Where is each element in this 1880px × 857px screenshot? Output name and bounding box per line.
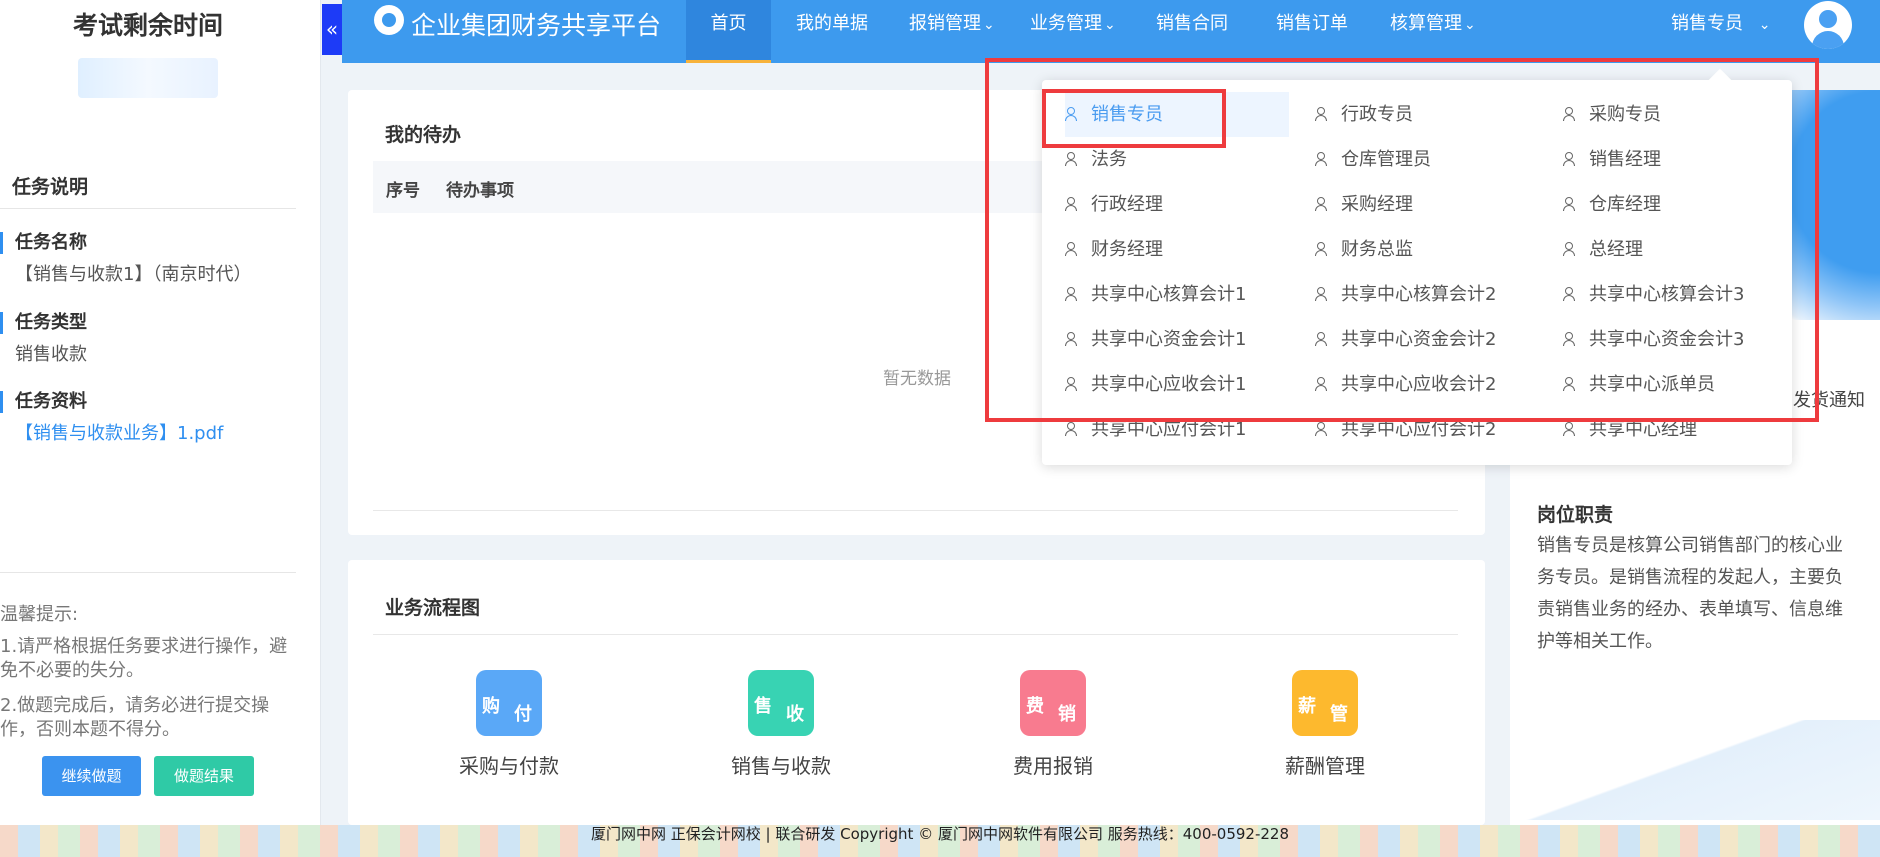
chevron-down-icon: ⌄ (1758, 17, 1771, 33)
role-option-label: 共享中心应付会计2 (1341, 419, 1497, 440)
nav-sales-order-label: 销售订单 (1276, 13, 1348, 34)
todo-title: 我的待办 (380, 120, 478, 148)
cube-glyph: 收 (786, 704, 804, 725)
chevron-down-icon: ⌄ (983, 17, 995, 33)
flow-item-label: 采购与付款 (459, 754, 559, 778)
footer-copyright: 厦门网中网 正保会计网校 | 联合研发 Copyright © 厦门网中网软件有… (591, 825, 1289, 843)
task-type-label: 任务类型 (0, 312, 300, 334)
role-selector[interactable]: 销售专员 ⌄ (1671, 0, 1770, 48)
payroll-management-icon: 薪 管 (1292, 670, 1358, 736)
exam-result-button[interactable]: 做题结果 (154, 756, 254, 796)
nav-sales-order[interactable]: 销售订单 (1276, 0, 1348, 63)
col-todo-item: 待办事项 (446, 181, 514, 201)
duty-title: 岗位职责 (1537, 504, 1614, 526)
person-icon (1065, 422, 1077, 436)
nav-sales-contract-label: 销售合同 (1156, 13, 1228, 34)
task-type-block: 任务类型 销售收款 (0, 312, 300, 366)
role-option-label: 共享中心应付会计1 (1091, 419, 1247, 440)
continue-exam-button[interactable]: 继续做题 (42, 756, 141, 796)
divider (0, 572, 296, 573)
tip-1: 1.请严格根据任务要求进行操作，避免不必要的失分。 (0, 636, 288, 681)
annotation-highlight-selected (1042, 89, 1226, 148)
task-section-title: 任务说明 (0, 172, 109, 201)
divider (373, 634, 1458, 635)
current-role-label: 销售专员 (1671, 13, 1743, 34)
nav-business-management-label: 业务管理 (1030, 13, 1102, 34)
divider (373, 510, 1458, 511)
chevron-down-icon: ⌄ (1104, 17, 1116, 33)
duty-description: 销售专员是核算公司销售部门的核心业务专员。是销售流程的发起人，主要负责销售业务的… (1537, 535, 1843, 652)
empty-state: 暂无数据 (883, 369, 951, 389)
sales-receipt-icon: 售 收 (748, 670, 814, 736)
purchase-payment-icon: 购 付 (476, 670, 542, 736)
task-material-block: 任务资料 【销售与收款业务】1.pdf (0, 391, 300, 445)
flow-purchase-payment[interactable]: 购 付 采购与付款 (439, 670, 579, 779)
exam-side-panel: 考试剩余时间 任务说明 任务名称 【销售与收款1】（南京时代） 任务类型 销售收… (0, 0, 321, 825)
tip-2: 2.做题完成后，请务必进行提交操作，否则本题不得分。 (0, 695, 270, 740)
cube-glyph: 费 (1026, 696, 1044, 717)
col-index: 序号 (386, 181, 420, 201)
task-material-link[interactable]: 【销售与收款业务】1.pdf (0, 419, 300, 445)
nav-sales-contract[interactable]: 销售合同 (1156, 0, 1228, 63)
cube-glyph: 薪 (1298, 696, 1316, 717)
platform-logo-icon (374, 5, 404, 35)
nav-business-management[interactable]: 业务管理 ⌄ (1030, 0, 1116, 63)
role-option-label: 共享中心经理 (1589, 419, 1697, 440)
nav-my-documents[interactable]: 我的单据 (796, 0, 868, 63)
nav-home-label: 首页 (710, 13, 747, 34)
task-material-label: 任务资料 (0, 391, 300, 413)
person-icon (1563, 422, 1575, 436)
user-avatar[interactable] (1804, 1, 1852, 49)
flow-expense-reimbursement[interactable]: 费 销 费用报销 (983, 670, 1123, 779)
collapse-panel-icon[interactable]: « (322, 4, 342, 55)
nav-expense-management[interactable]: 报销管理 ⌄ (909, 0, 995, 63)
task-type-value: 销售收款 (15, 344, 87, 365)
flow-title: 业务流程图 (380, 593, 497, 621)
nav-accounting-management-label: 核算管理 (1390, 13, 1462, 34)
business-flow-card: 业务流程图 购 付 采购与付款 售 收 销售与收款 费 销 费用报销 薪 管 薪… (348, 560, 1485, 825)
flow-item-label: 销售与收款 (731, 754, 831, 778)
cube-glyph: 销 (1058, 704, 1076, 725)
nav-accounting-management[interactable]: 核算管理 ⌄ (1390, 0, 1476, 63)
task-name-block: 任务名称 【销售与收款1】（南京时代） (0, 232, 300, 286)
app-title: 企业集团财务共享平台 (411, 11, 662, 40)
nav-my-documents-label: 我的单据 (796, 13, 868, 34)
exam-timer-value (78, 58, 218, 98)
chevron-down-icon: ⌄ (1464, 17, 1476, 33)
flow-item-label: 费用报销 (1013, 754, 1093, 778)
person-icon (1315, 422, 1327, 436)
tips-title: 温馨提示: (0, 604, 79, 625)
task-name-label: 任务名称 (0, 232, 300, 254)
nav-expense-management-label: 报销管理 (909, 13, 981, 34)
cube-glyph: 购 (482, 696, 500, 717)
cube-glyph: 售 (754, 696, 772, 717)
divider (0, 208, 296, 209)
cube-glyph: 管 (1330, 704, 1348, 725)
nav-home[interactable]: 首页 (686, 0, 771, 63)
task-name-value: 【销售与收款1】（南京时代） (15, 264, 252, 285)
exam-timer-title: 考试剩余时间 (72, 11, 223, 40)
flow-sales-receipt[interactable]: 售 收 销售与收款 (711, 670, 851, 779)
expense-reimbursement-icon: 费 销 (1020, 670, 1086, 736)
flow-payroll-management[interactable]: 薪 管 薪酬管理 (1255, 670, 1395, 779)
decorative-landscape (1510, 720, 1880, 820)
flow-item-label: 薪酬管理 (1285, 754, 1365, 778)
cube-glyph: 付 (514, 704, 532, 725)
